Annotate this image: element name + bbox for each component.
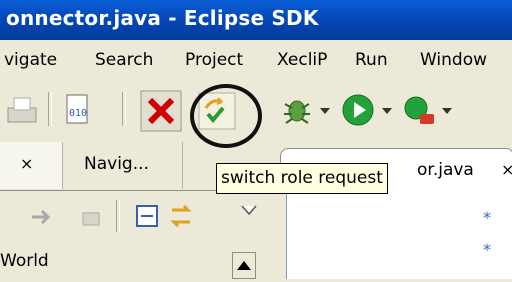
link-editor-icon[interactable]	[168, 202, 194, 230]
svg-text:010: 010	[69, 108, 87, 119]
chevron-down-icon[interactable]	[380, 106, 394, 116]
tooltip: switch role request	[216, 163, 388, 194]
scrollbar-up-button[interactable]	[232, 252, 256, 279]
menu-navigate[interactable]: vigate	[4, 50, 57, 70]
editor-text-area[interactable]: * *	[286, 188, 512, 279]
menu-xeclip[interactable]: XecliP	[277, 50, 327, 70]
delete-icon[interactable]	[140, 90, 182, 132]
run-icon[interactable]	[340, 92, 376, 128]
menu-run[interactable]: Run	[355, 50, 388, 70]
chevron-down-icon[interactable]	[440, 106, 454, 116]
tab-navigator-label: Navig...	[84, 154, 149, 174]
view-menu-icon[interactable]	[240, 204, 258, 216]
toolbar-separator	[48, 92, 52, 126]
menu-search[interactable]: Search	[95, 50, 153, 70]
chevron-down-icon[interactable]	[318, 106, 332, 116]
editor-tab-label: or.java	[417, 160, 474, 180]
binary-file-icon[interactable]: 010	[60, 92, 94, 128]
comment-marker: *	[483, 208, 491, 227]
window-title: onnector.java - Eclipse SDK	[6, 6, 319, 30]
tab-navigator[interactable]: Navig...	[62, 142, 183, 189]
close-icon[interactable]: ⨯	[501, 160, 512, 179]
comment-marker: *	[483, 240, 491, 259]
toolbar-separator	[116, 200, 120, 232]
close-icon[interactable]: ⨯	[20, 154, 33, 173]
print-icon[interactable]	[6, 94, 40, 128]
menu-project[interactable]: Project	[185, 50, 243, 70]
menu-bar: vigate Search Project XecliP Run Window	[0, 40, 512, 80]
menu-window[interactable]: Window	[420, 50, 487, 70]
title-bar: onnector.java - Eclipse SDK	[0, 0, 512, 40]
bug-icon[interactable]	[280, 92, 314, 128]
tree-item-world[interactable]: World	[0, 251, 49, 271]
highlight-circle	[190, 84, 262, 148]
up-folder-icon[interactable]	[80, 206, 102, 228]
collapse-all-icon[interactable]	[135, 204, 159, 228]
tab-package-explorer[interactable]: ⨯	[0, 142, 63, 189]
toolbar-separator	[122, 92, 126, 126]
external-tools-icon[interactable]	[402, 92, 438, 128]
forward-arrow-icon[interactable]	[30, 206, 52, 228]
